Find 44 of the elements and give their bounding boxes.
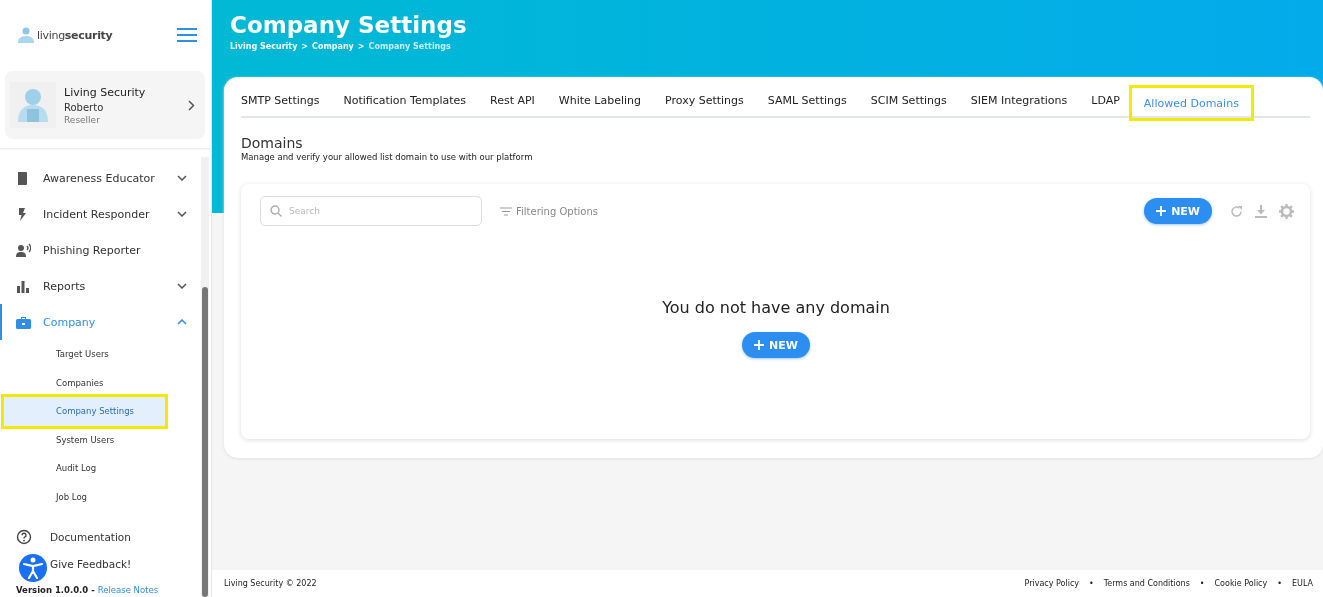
footer-link[interactable]: EULA: [1291, 579, 1313, 588]
nav-subitem[interactable]: Company Settings: [4, 397, 165, 426]
version-text: Version 1.0.0.0 - Release Notes: [15, 585, 160, 595]
nav-link[interactable]: Documentation: [0, 523, 201, 550]
logo-text: livingsecurity: [37, 28, 113, 42]
tab[interactable]: LDAP: [1079, 94, 1132, 116]
section-title: Domains: [241, 135, 304, 151]
filter-button[interactable]: Filtering Options: [500, 205, 598, 217]
tab[interactable]: White Labeling: [546, 94, 654, 116]
nav-item[interactable]: Phishing Reporter: [0, 232, 201, 268]
tab[interactable]: Rest API: [478, 94, 547, 116]
footer-link[interactable]: Privacy Policy: [1024, 579, 1080, 588]
tab[interactable]: SCIM Settings: [858, 94, 959, 116]
nav-item[interactable]: Reports: [0, 268, 201, 304]
section-subtitle: Manage and verify your allowed list domain to use with our platform: [241, 152, 534, 162]
nav-subitem[interactable]: Target Users: [4, 340, 165, 369]
tab[interactable]: Proxy Settings: [653, 94, 756, 116]
search-field[interactable]: Search: [260, 196, 482, 226]
nav-item[interactable]: Awareness Educator: [0, 160, 201, 196]
bullet-separator: •: [1089, 579, 1094, 588]
empty-message: You do not have any domain: [662, 298, 890, 317]
user-name: Roberto: [64, 101, 105, 113]
nav-subitem[interactable]: System Users: [4, 425, 165, 454]
user-role: Reseller: [64, 114, 101, 125]
tab[interactable]: SAML Settings: [755, 94, 859, 116]
tab[interactable]: Notification Templates: [331, 94, 478, 116]
tab[interactable]: SMTP Settings: [241, 94, 332, 116]
footer-link[interactable]: Terms and Conditions: [1103, 579, 1190, 588]
profile-card[interactable]: Living Security Roberto Reseller: [5, 71, 205, 139]
page-title: Company Settings: [230, 12, 468, 38]
bullet-separator: •: [1199, 579, 1205, 588]
footer-link[interactable]: Cookie Policy: [1214, 579, 1268, 588]
nav-subitem[interactable]: Job Log: [4, 482, 165, 511]
nav-item[interactable]: Incident Responder: [0, 196, 201, 232]
breadcrumb-separator: >: [357, 42, 365, 51]
breadcrumb-separator: >: [301, 42, 309, 51]
nav-subitem[interactable]: Companies: [4, 368, 165, 397]
nav-link[interactable]: Give Feedback!: [0, 550, 201, 577]
bullet-separator: •: [1277, 579, 1282, 588]
nav-subitem[interactable]: Audit Log: [4, 454, 165, 483]
release-notes-link[interactable]: Release Notes: [97, 585, 159, 595]
company-name: Living Security: [64, 85, 147, 99]
tab[interactable]: SIEM Integrations: [958, 94, 1080, 116]
copyright-text: Living Security © 2022: [224, 579, 317, 588]
